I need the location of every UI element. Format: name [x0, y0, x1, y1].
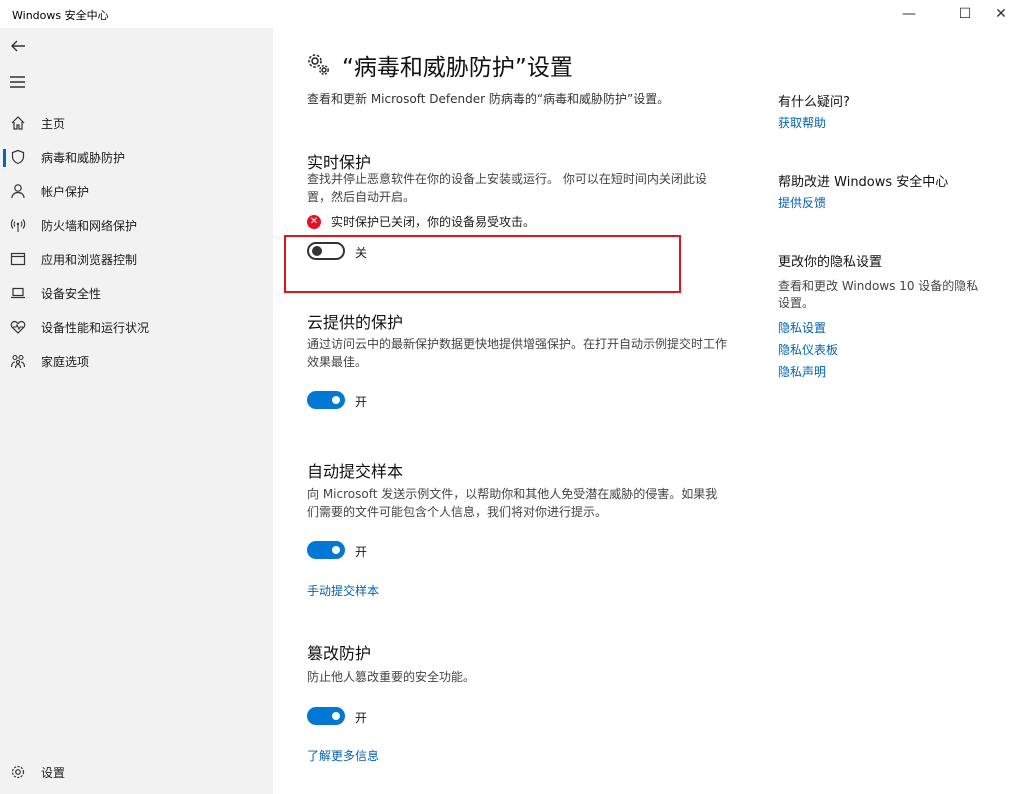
- title-bar: Windows 安全中心 — ☐ ✕: [0, 0, 1024, 28]
- cloud-protection-title: 云提供的保护: [307, 313, 404, 332]
- page-title: “病毒和威胁防护”设置: [342, 55, 573, 81]
- learn-more-link[interactable]: 了解更多信息: [307, 747, 379, 764]
- gear-icon: [10, 764, 26, 780]
- sidebar-item-label: 病毒和威胁防护: [41, 150, 126, 165]
- close-button[interactable]: ✕: [978, 0, 1024, 28]
- sidebar-item-firewall[interactable]: 防火墙和网络保护: [0, 208, 273, 242]
- privacy-dashboard-link[interactable]: 隐私仪表板: [778, 341, 838, 358]
- sidebar-item-device-health[interactable]: 设备性能和运行状况: [0, 310, 273, 344]
- toggle-knob: [312, 246, 322, 256]
- sidebar-item-device-security[interactable]: 设备安全性: [0, 276, 273, 310]
- questions-title: 有什么疑问?: [778, 95, 850, 110]
- sidebar-item-label: 防火墙和网络保护: [41, 218, 138, 233]
- home-icon: [10, 115, 26, 131]
- sidebar-item-label: 主页: [41, 116, 66, 131]
- sidebar: 主页 病毒和威胁防护 帐户保护 防火墙和网络保护 应用和浏览器控制 设备安全性: [0, 28, 273, 794]
- page-header: “病毒和威胁防护”设置: [306, 48, 573, 82]
- sidebar-item-label: 家庭选项: [41, 354, 90, 369]
- realtime-warning: ✕ 实时保护已关闭，你的设备易受攻击。: [307, 213, 535, 230]
- family-icon: [10, 353, 26, 369]
- cloud-toggle-label: 开: [355, 395, 368, 409]
- cloud-protection-toggle[interactable]: [307, 391, 345, 409]
- laptop-icon: [10, 285, 26, 301]
- sidebar-item-label: 设置: [41, 765, 66, 780]
- sample-toggle-label: 开: [355, 545, 368, 559]
- warning-text: 实时保护已关闭，你的设备易受攻击。: [331, 215, 536, 229]
- person-icon: [10, 183, 26, 199]
- realtime-toggle-label: 关: [355, 246, 368, 260]
- heart-icon: [10, 319, 26, 335]
- sidebar-item-label: 应用和浏览器控制: [41, 252, 138, 267]
- privacy-title: 更改你的隐私设置: [778, 255, 883, 270]
- page-description: 查看和更新 Microsoft Defender 防病毒的“病毒和威胁防护”设置…: [307, 92, 670, 106]
- feedback-link[interactable]: 提供反馈: [778, 194, 826, 211]
- shield-icon: [10, 149, 26, 165]
- improve-title: 帮助改进 Windows 安全中心: [778, 175, 949, 190]
- cloud-protection-desc: 通过访问云中的最新保护数据更快地提供增强保护。在打开自动示例提交时工作效果最佳。: [307, 337, 728, 369]
- highlight-box: [284, 235, 681, 293]
- hamburger-menu-icon[interactable]: [9, 74, 27, 88]
- realtime-protection-toggle[interactable]: [307, 242, 345, 260]
- main-content: “病毒和威胁防护”设置 查看和更新 Microsoft Defender 防病毒…: [273, 28, 1024, 794]
- sidebar-item-family[interactable]: 家庭选项: [0, 344, 273, 378]
- get-help-link[interactable]: 获取帮助: [778, 114, 826, 131]
- back-arrow-icon[interactable]: [8, 36, 28, 56]
- privacy-settings-link[interactable]: 隐私设置: [778, 319, 826, 336]
- sidebar-item-label: 设备安全性: [41, 286, 102, 301]
- sample-submission-toggle[interactable]: [307, 541, 345, 559]
- manual-submit-link[interactable]: 手动提交样本: [307, 582, 379, 599]
- sidebar-item-settings[interactable]: 设置: [0, 755, 273, 789]
- minimize-button[interactable]: —: [886, 0, 932, 28]
- privacy-description: 查看和更改 Windows 10 设备的隐私设置。: [778, 279, 979, 310]
- tamper-protection-title: 篡改防护: [307, 644, 372, 663]
- sidebar-item-home[interactable]: 主页: [0, 106, 273, 140]
- sidebar-item-label: 帐户保护: [41, 184, 90, 199]
- tamper-toggle-label: 开: [355, 711, 368, 725]
- sample-submission-desc: 向 Microsoft 发送示例文件，以帮助你和其他人免受潜在威胁的侵害。如果我…: [307, 487, 718, 519]
- wireless-icon: [10, 217, 26, 233]
- error-icon: ✕: [307, 214, 321, 229]
- tamper-protection-toggle[interactable]: [307, 707, 345, 725]
- app-window-icon: [10, 251, 26, 267]
- settings-gears-icon: [306, 52, 332, 78]
- toggle-knob: [332, 546, 340, 554]
- toggle-knob: [332, 712, 340, 720]
- privacy-statement-link[interactable]: 隐私声明: [778, 363, 826, 380]
- sidebar-item-label: 设备性能和运行状况: [41, 320, 150, 335]
- sidebar-item-account-protection[interactable]: 帐户保护: [0, 174, 273, 208]
- tamper-protection-desc: 防止他人篡改重要的安全功能。: [307, 670, 476, 684]
- window-title: Windows 安全中心: [12, 9, 109, 22]
- sidebar-item-app-browser[interactable]: 应用和浏览器控制: [0, 242, 273, 276]
- toggle-knob: [332, 396, 340, 404]
- sidebar-item-virus-protection[interactable]: 病毒和威胁防护: [0, 140, 273, 174]
- sample-submission-title: 自动提交样本: [307, 462, 404, 481]
- realtime-protection-desc: 查找并停止恶意软件在你的设备上安装或运行。 你可以在短时间内关闭此设置，然后自动…: [307, 172, 707, 204]
